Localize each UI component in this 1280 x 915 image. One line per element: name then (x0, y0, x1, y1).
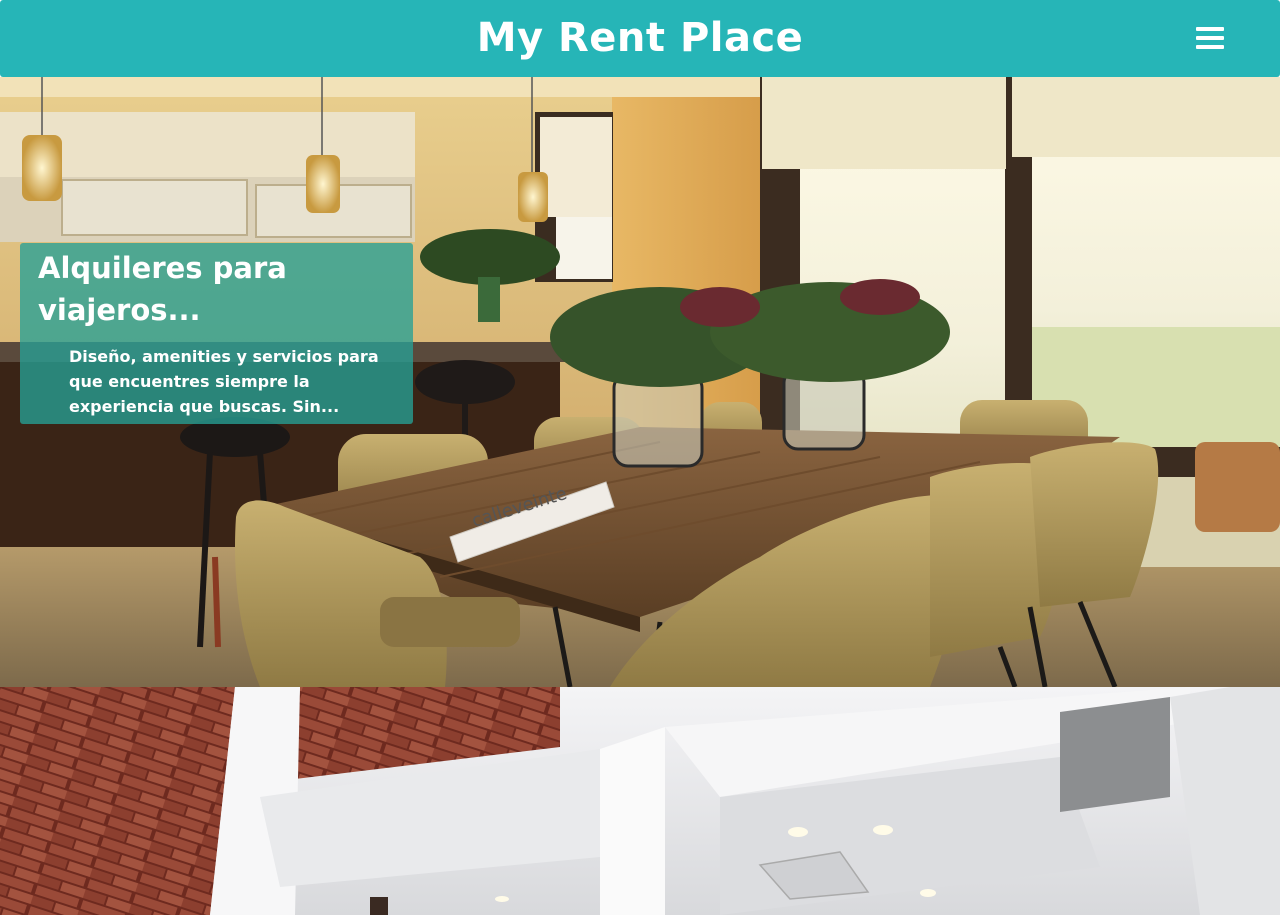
menu-bar-line (1196, 27, 1224, 31)
top-navbar: My Rent Place (0, 0, 1280, 77)
hero-caption-text: Diseño, amenities y servicios para que e… (69, 347, 379, 416)
brand-title[interactable]: My Rent Place (0, 0, 1280, 77)
hero-caption-title: Alquileres para viajeros... (38, 251, 287, 327)
brick-loft-interior-photo (0, 687, 1280, 915)
menu-bar-line (1196, 36, 1224, 40)
hero-slide-loft (0, 687, 1280, 915)
hero-slide-dining-room: calleveinte Alquileres para viajeros... … (0, 77, 1280, 687)
hamburger-menu-icon[interactable] (1196, 27, 1224, 51)
hero-caption-box: Alquileres para viajeros... Diseño, amen… (20, 243, 413, 424)
menu-bar-line (1196, 45, 1224, 49)
